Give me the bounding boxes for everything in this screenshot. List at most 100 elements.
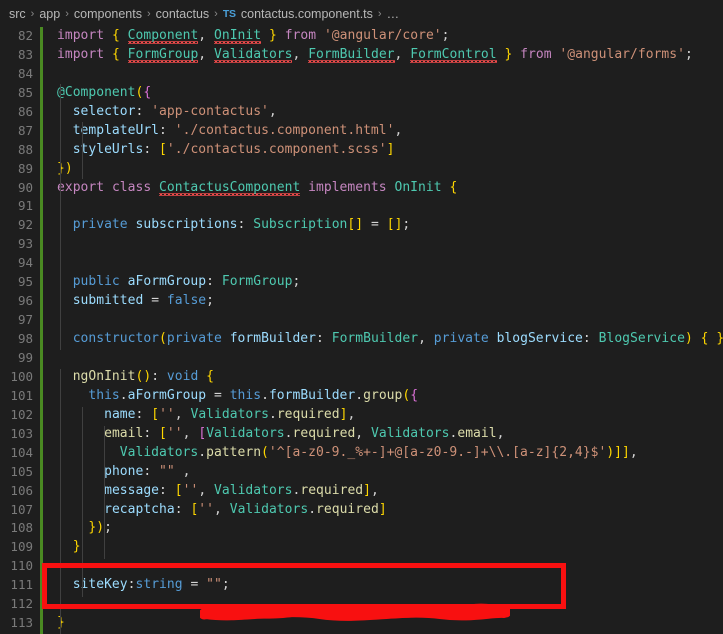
code-line[interactable]: 89}) (0, 160, 723, 179)
line-number: 84 (17, 65, 33, 81)
code-line[interactable]: 108 }); (0, 519, 723, 538)
breadcrumb-item-file[interactable]: contactus.component.ts (241, 7, 373, 21)
indent-guide (82, 122, 83, 179)
code-line[interactable]: 92 private subscriptions: Subscription[]… (0, 216, 723, 235)
code-line[interactable]: 100 ngOnInit(): void { (0, 368, 723, 387)
line-number: 108 (10, 520, 33, 536)
code-line[interactable]: 97 (0, 311, 723, 330)
code-line[interactable]: 96 submitted = false; (0, 292, 723, 311)
breadcrumb-item-contactus[interactable]: contactus (156, 7, 210, 21)
code-line-text[interactable]: selector: 'app-contactus', (57, 103, 277, 122)
code-editor[interactable]: 82 import { Component, OnInit } from '@an… (0, 27, 723, 634)
code-line-text[interactable]: import { Component, OnInit } from '@angu… (57, 27, 450, 46)
code-line-text[interactable]: templateUrl: './contactus.component.html… (57, 122, 403, 141)
line-number: 102 (10, 406, 33, 422)
code-line[interactable]: 95 public aFormGroup: FormGroup; (0, 273, 723, 292)
code-line-text[interactable]: recaptcha: ['', Validators.required] (57, 501, 387, 520)
git-modified-gutter-indicator (40, 27, 43, 634)
code-line[interactable]: 112 (0, 595, 723, 614)
line-number: 104 (10, 444, 33, 460)
code-line[interactable]: 93 (0, 235, 723, 254)
code-line-text[interactable]: phone: "" , (57, 463, 190, 482)
code-line[interactable]: 110 (0, 557, 723, 576)
line-number: 93 (17, 236, 33, 252)
code-line-text[interactable]: message: ['', Validators.required], (57, 482, 379, 501)
code-line[interactable]: 111 siteKey:string = ""; (0, 576, 723, 595)
code-line-text[interactable]: public aFormGroup: FormGroup; (57, 273, 301, 292)
code-line-text[interactable]: email: ['', [Validators.required, Valida… (57, 425, 504, 444)
line-number: 89 (17, 160, 33, 176)
code-line-text[interactable]: Validators.pattern('^[a-z0-9._%+-]+@[a-z… (57, 444, 638, 463)
line-number: 110 (10, 558, 33, 574)
code-line-text[interactable]: import { FormGroup, Validators, FormBuil… (57, 46, 693, 65)
line-number: 95 (17, 274, 33, 290)
breadcrumb-item-components[interactable]: components (74, 7, 142, 21)
line-number: 87 (17, 122, 33, 138)
line-number: 91 (17, 198, 33, 214)
indent-guide (82, 407, 83, 597)
chevron-right-icon: › (146, 7, 151, 20)
indent-guide (104, 426, 105, 559)
chevron-right-icon: › (30, 7, 35, 20)
line-number: 94 (17, 255, 33, 271)
line-number: 98 (17, 331, 33, 347)
typescript-file-icon: TS (222, 7, 236, 20)
code-line-text[interactable]: constructor(private formBuilder: FormBui… (57, 330, 723, 349)
breadcrumb-item-src[interactable]: src (9, 7, 26, 21)
code-line[interactable]: 101 this.aFormGroup = this.formBuilder.g… (0, 387, 723, 406)
line-number: 107 (10, 501, 33, 517)
line-number: 100 (10, 368, 33, 384)
code-line-text[interactable]: styleUrls: ['./contactus.component.scss'… (57, 141, 395, 160)
line-number: 111 (10, 577, 33, 593)
chevron-right-icon: › (214, 7, 218, 20)
line-number: 99 (17, 349, 33, 365)
code-line[interactable]: 94 (0, 254, 723, 273)
code-line-text[interactable]: private subscriptions: Subscription[] = … (57, 216, 411, 235)
chevron-right-icon: › (65, 7, 69, 20)
indent-guide (60, 369, 61, 634)
breadcrumb-item-app[interactable]: app (39, 7, 60, 21)
line-number: 83 (17, 46, 33, 62)
code-line-text[interactable]: export class ContactusComponent implemen… (57, 179, 457, 198)
line-number: 101 (10, 387, 33, 403)
line-number: 85 (17, 84, 33, 100)
code-line[interactable]: 107 recaptcha: ['', Validators.required] (0, 501, 723, 520)
code-line[interactable]: 106 message: ['', Validators.required], (0, 482, 723, 501)
code-line[interactable]: 109 } (0, 538, 723, 557)
line-number: 86 (17, 103, 33, 119)
code-line-text[interactable]: submitted = false; (57, 292, 214, 311)
indent-guide (60, 84, 61, 350)
code-line[interactable]: 105 phone: "" , (0, 463, 723, 482)
line-number: 96 (17, 293, 33, 309)
line-number: 109 (10, 539, 33, 555)
line-number: 106 (10, 482, 33, 498)
line-number: 103 (10, 425, 33, 441)
code-line[interactable]: 90 export class ContactusComponent implem… (0, 179, 723, 198)
code-line[interactable]: 83 import { FormGroup, Validators, FormBu… (0, 46, 723, 65)
code-line[interactable]: 113} (0, 614, 723, 633)
chevron-right-icon: › (377, 7, 382, 20)
code-line[interactable]: 88 styleUrls: ['./contactus.component.sc… (0, 141, 723, 160)
code-line[interactable]: 104 Validators.pattern('^[a-z0-9._%+-]+@… (0, 444, 723, 463)
code-line[interactable]: 87 templateUrl: './contactus.component.h… (0, 122, 723, 141)
code-line-text[interactable]: ngOnInit(): void { (57, 368, 214, 387)
line-number: 105 (10, 463, 33, 479)
code-line[interactable]: 86 selector: 'app-contactus', (0, 103, 723, 122)
code-line-text[interactable]: name: ['', Validators.required], (57, 406, 355, 425)
breadcrumb[interactable]: src › app › components › contactus › TS … (0, 0, 723, 27)
code-line[interactable]: 98 constructor(private formBuilder: Form… (0, 330, 723, 349)
code-line[interactable]: 102 name: ['', Validators.required], (0, 406, 723, 425)
line-number: 90 (17, 179, 33, 195)
code-line[interactable]: 91 (0, 197, 723, 216)
line-number: 112 (10, 596, 33, 612)
code-line[interactable]: 85 @Component({ (0, 84, 723, 103)
code-line[interactable]: 84 (0, 65, 723, 84)
code-line[interactable]: 82 import { Component, OnInit } from '@an… (0, 27, 723, 46)
code-line-text[interactable]: this.aFormGroup = this.formBuilder.group… (57, 387, 418, 406)
code-line[interactable]: 99 (0, 349, 723, 368)
code-line[interactable]: 103 email: ['', [Validators.required, Va… (0, 425, 723, 444)
line-number: 92 (17, 217, 33, 233)
line-number: 82 (17, 28, 33, 43)
breadcrumb-item-symbol[interactable]: … (387, 7, 400, 21)
code-line-text[interactable]: @Component({ (57, 84, 151, 103)
